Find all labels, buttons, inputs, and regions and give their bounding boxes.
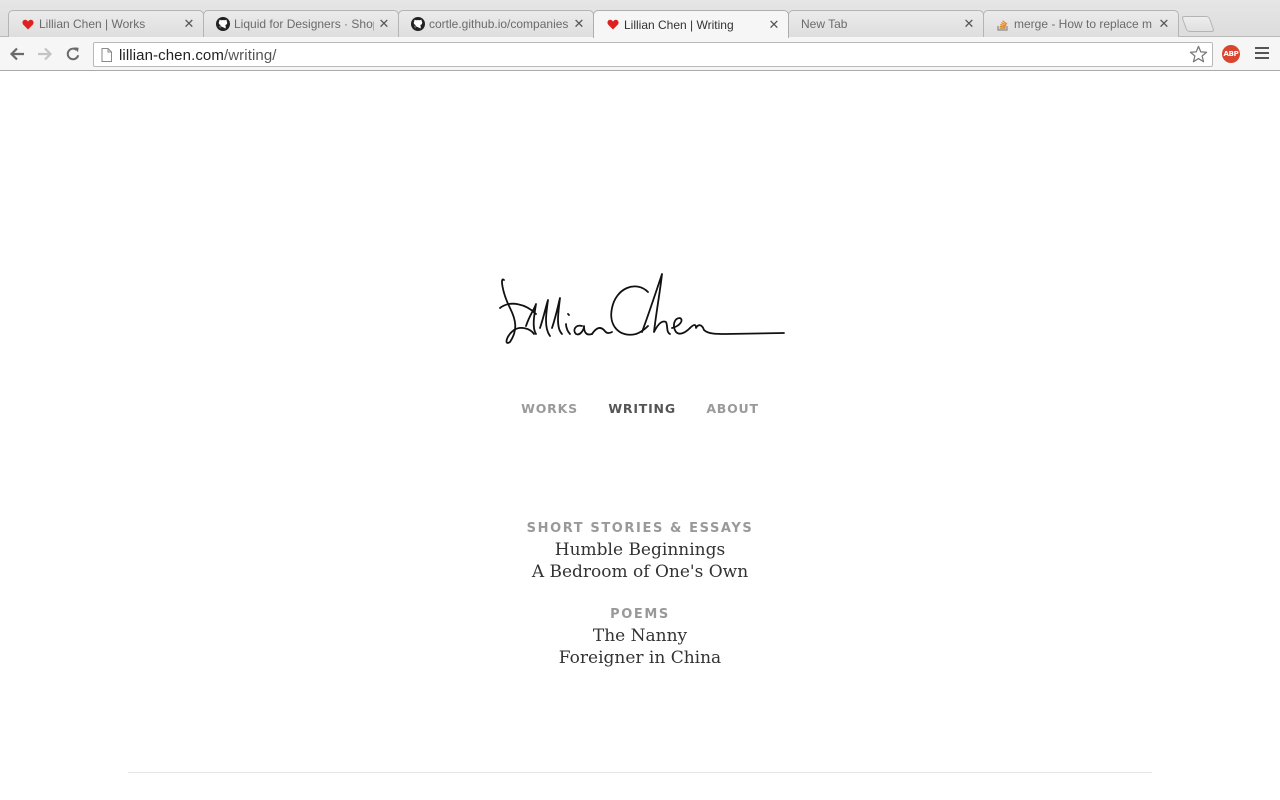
reload-icon <box>66 47 80 61</box>
bookmark-star-icon[interactable] <box>1189 45 1208 69</box>
tab-lillian-works[interactable]: Lillian Chen | Works ✕ <box>8 10 204 37</box>
menu-bar <box>1255 52 1269 54</box>
section-heading: POEMS <box>610 607 670 622</box>
writing-link[interactable]: Foreigner in China <box>0 647 1280 669</box>
new-tab-button[interactable] <box>1181 16 1215 32</box>
writing-link[interactable]: Humble Beginnings <box>0 539 1280 561</box>
tab-title: New Tab <box>801 17 848 31</box>
tab-title: cortle.github.io/companies <box>429 17 569 31</box>
github-icon <box>216 17 230 31</box>
url-host: lillian-chen.com <box>119 47 224 64</box>
nav-writing[interactable]: WRITING <box>608 401 676 416</box>
tab-title: Lillian Chen | Works <box>39 17 146 31</box>
close-icon[interactable]: ✕ <box>378 16 390 31</box>
tab-liquid-for-designers[interactable]: Liquid for Designers · Shop ✕ <box>203 10 399 37</box>
signature-image <box>499 273 785 344</box>
signature-logo[interactable] <box>496 270 788 348</box>
section-short-stories: SHORT STORIES & ESSAYS Humble Beginnings… <box>0 519 1280 583</box>
adblock-plus-icon[interactable]: ABP <box>1222 45 1240 63</box>
close-icon[interactable]: ✕ <box>1158 16 1170 31</box>
menu-bar <box>1255 47 1269 49</box>
footer-divider <box>128 772 1152 773</box>
browser-toolbar: lillian-chen.com/writing/ <box>0 37 1280 71</box>
close-icon[interactable]: ✕ <box>768 17 780 32</box>
back-arrow-icon <box>9 47 24 61</box>
tab-lillian-writing[interactable]: Lillian Chen | Writing ✕ <box>593 10 789 38</box>
address-bar[interactable]: lillian-chen.com/writing/ <box>93 42 1213 67</box>
back-button[interactable] <box>7 44 27 64</box>
extension-label: ABP <box>1223 50 1239 58</box>
writing-link[interactable]: A Bedroom of One's Own <box>0 561 1280 583</box>
forward-button[interactable] <box>35 44 55 64</box>
url-path: /writing/ <box>223 47 277 64</box>
tab-title: Liquid for Designers · Shop <box>234 17 374 31</box>
site-nav: WORKS WRITING ABOUT <box>0 401 1280 416</box>
heart-icon <box>606 18 620 32</box>
writing-link[interactable]: The Nanny <box>0 625 1280 647</box>
url-text: lillian-chen.com/writing/ <box>119 47 277 64</box>
close-icon[interactable]: ✕ <box>183 16 195 31</box>
section-heading: SHORT STORIES & ESSAYS <box>526 521 754 536</box>
close-icon[interactable]: ✕ <box>963 16 975 31</box>
reload-button[interactable] <box>63 44 83 64</box>
section-poems: POEMS The Nanny Foreigner in China <box>0 605 1280 669</box>
tab-cortle-companies[interactable]: cortle.github.io/companies ✕ <box>398 10 594 37</box>
nav-about[interactable]: ABOUT <box>706 401 759 416</box>
page-content: WORKS WRITING ABOUT SHORT STORIES & ESSA… <box>0 72 1280 800</box>
nav-works[interactable]: WORKS <box>521 401 578 416</box>
menu-bar <box>1255 57 1269 59</box>
stackoverflow-icon <box>996 17 1010 31</box>
tab-title: merge - How to replace m <box>1014 17 1153 31</box>
page-icon <box>101 48 112 67</box>
heart-icon <box>21 17 35 31</box>
forward-arrow-icon <box>38 47 53 61</box>
tab-strip: Lillian Chen | Works ✕ Liquid for Design… <box>0 0 1280 38</box>
github-icon <box>411 17 425 31</box>
tab-new-tab[interactable]: New Tab ✕ <box>788 10 984 37</box>
tab-merge-question[interactable]: merge - How to replace m ✕ <box>983 10 1179 37</box>
browser-menu-button[interactable] <box>1255 47 1269 61</box>
tab-title: Lillian Chen | Writing <box>624 17 734 32</box>
close-icon[interactable]: ✕ <box>573 16 585 31</box>
